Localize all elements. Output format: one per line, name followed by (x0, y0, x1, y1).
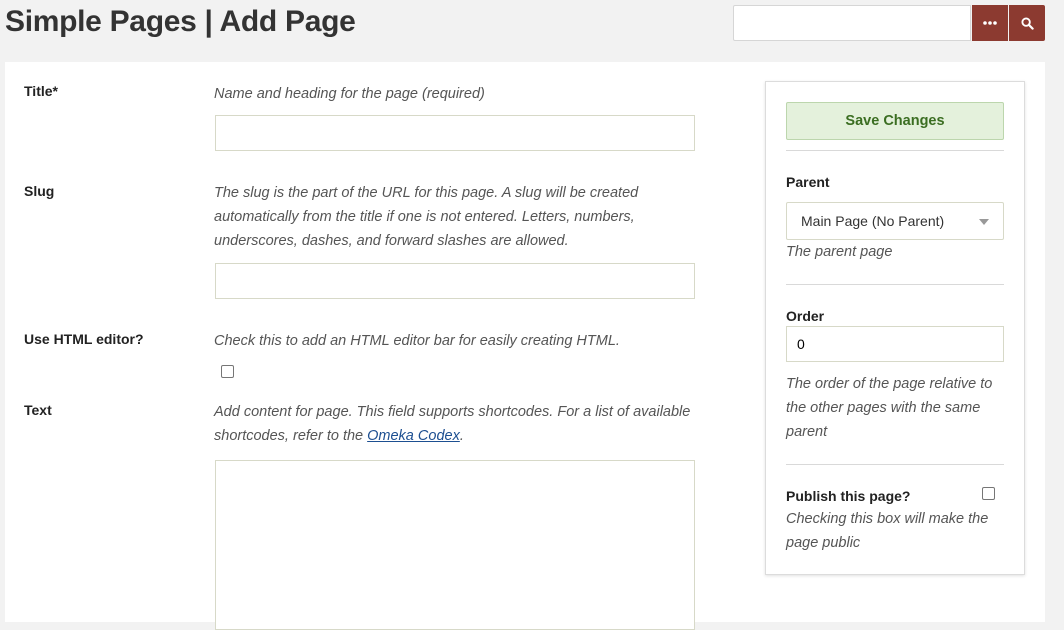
order-hint-line: The order of the page relative to (786, 376, 993, 392)
slug-hint: The slug is the part of the URL for this… (214, 181, 704, 253)
page-header: Simple Pages | Add Page (0, 0, 1064, 62)
divider (786, 150, 1004, 151)
order-hint-line: parent (786, 424, 828, 440)
title-hint: Name and heading for the page (required) (214, 86, 485, 102)
save-changes-button[interactable]: Save Changes (786, 102, 1004, 140)
search-bar (733, 5, 1045, 41)
form-panel: Title* Name and heading for the page (re… (5, 62, 1045, 630)
omeka-codex-link[interactable]: Omeka Codex (367, 428, 460, 444)
order-hint: The order of the page relative to the ot… (786, 372, 1004, 444)
text-label: Text (24, 402, 52, 418)
text-hint: Add content for page. This field support… (214, 400, 714, 448)
save-sidebar: Save Changes Parent Main Page (No Parent… (765, 81, 1025, 575)
title-input[interactable] (215, 115, 695, 151)
publish-checkbox[interactable] (982, 487, 995, 500)
advanced-search-button[interactable] (972, 5, 1009, 41)
search-icon (1021, 16, 1034, 30)
slug-hint-line: automatically from the title if one is n… (214, 209, 635, 225)
parent-select[interactable]: Main Page (No Parent) (786, 202, 1004, 240)
order-label: Order (786, 308, 825, 324)
publish-label: Publish this page? (786, 488, 911, 504)
publish-hint-line: page public (786, 535, 861, 551)
parent-hint: The parent page (786, 244, 893, 260)
text-hint-prefix: shortcodes, refer to the (214, 428, 368, 444)
text-hint-suffix: . (459, 428, 464, 444)
search-button[interactable] (1009, 5, 1045, 41)
order-hint-line: the other pages with the same (786, 400, 981, 416)
divider (786, 284, 1004, 285)
title-label: Title* (24, 83, 58, 99)
parent-label: Parent (786, 174, 830, 190)
slug-hint-line: The slug is the part of the URL for this… (214, 185, 639, 201)
slug-label: Slug (24, 183, 55, 199)
page-title: Simple Pages | Add Page (5, 5, 356, 38)
search-input[interactable] (733, 5, 972, 41)
slug-hint-line: underscores, dashes, and forward slashes… (214, 233, 569, 249)
ellipsis-icon (983, 21, 997, 25)
chevron-down-icon (979, 219, 989, 225)
parent-select-value: Main Page (No Parent) (801, 213, 945, 229)
order-input[interactable] (786, 326, 1004, 362)
publish-hint-line: Checking this box will make the (786, 511, 989, 527)
html-editor-hint: Check this to add an HTML editor bar for… (214, 333, 620, 349)
html-editor-checkbox[interactable] (221, 365, 234, 378)
slug-input[interactable] (215, 263, 695, 299)
divider (786, 464, 1004, 465)
text-hint-line: Add content for page. This field support… (214, 404, 691, 420)
text-textarea[interactable] (215, 460, 695, 630)
text-hint-line: shortcodes, refer to the Omeka Codex. (214, 424, 714, 448)
publish-hint: Checking this box will make the page pub… (786, 507, 1004, 555)
html-editor-label: Use HTML editor? (24, 331, 144, 347)
